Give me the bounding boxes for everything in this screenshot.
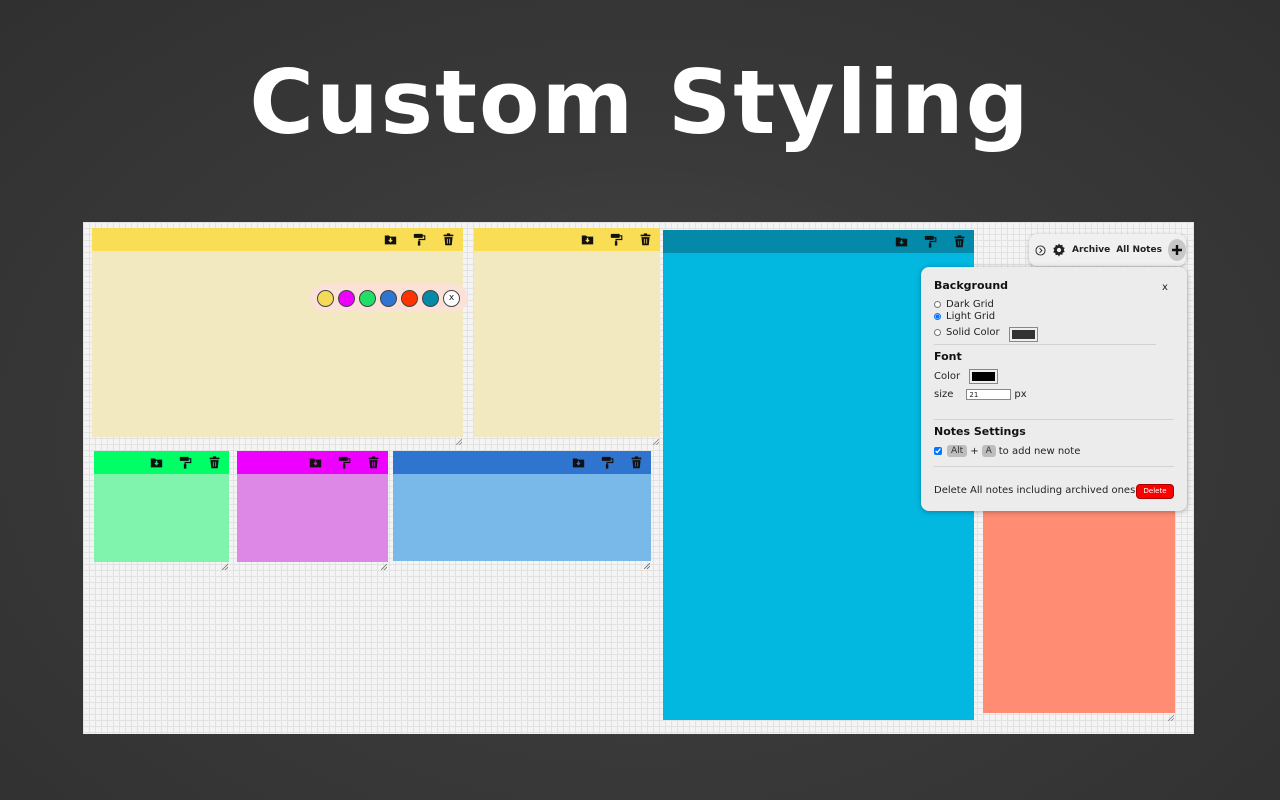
paint-roller-icon[interactable] xyxy=(336,455,353,470)
note-magenta[interactable] xyxy=(237,451,388,571)
shortcut-text: to add new note xyxy=(998,445,1081,457)
radio-input[interactable] xyxy=(934,329,941,336)
solid-color-picker[interactable] xyxy=(1008,327,1038,342)
swatch-green[interactable] xyxy=(359,289,376,307)
archive-icon[interactable] xyxy=(893,234,910,249)
divider xyxy=(934,466,1174,467)
font-size-input[interactable] xyxy=(966,389,1012,400)
archive-icon[interactable] xyxy=(570,455,587,470)
archive-icon[interactable] xyxy=(307,455,324,470)
swatch-blue[interactable] xyxy=(380,289,397,307)
note-header xyxy=(237,451,388,474)
paint-roller-icon[interactable] xyxy=(411,232,428,247)
note-body[interactable]: x xyxy=(92,251,468,437)
divider xyxy=(934,344,1156,345)
circle-arrow-icon[interactable] xyxy=(1035,244,1046,256)
radio-label: Dark Grid xyxy=(946,299,994,310)
note-yellow-large[interactable]: x xyxy=(92,228,468,446)
note-header xyxy=(393,451,651,474)
archive-icon[interactable] xyxy=(579,232,596,247)
note-toolbar xyxy=(570,455,645,470)
trash-icon[interactable] xyxy=(440,232,457,247)
paint-roller-icon[interactable] xyxy=(177,455,194,470)
note-green[interactable] xyxy=(94,451,229,571)
trash-icon[interactable] xyxy=(637,232,654,247)
archive-icon[interactable] xyxy=(148,455,165,470)
radio-dark-grid[interactable]: Dark Grid xyxy=(934,299,994,310)
shortcut-row[interactable]: Alt + A to add new note xyxy=(934,445,1080,457)
note-header xyxy=(94,451,229,474)
archive-icon[interactable] xyxy=(382,232,399,247)
note-toolbar xyxy=(382,232,457,247)
paint-roller-icon[interactable] xyxy=(599,455,616,470)
add-note-button[interactable] xyxy=(1167,239,1186,261)
note-toolbar xyxy=(893,234,968,249)
font-size-unit: px xyxy=(1014,389,1027,400)
note-yellow-medium[interactable] xyxy=(474,228,660,446)
trash-icon[interactable] xyxy=(365,455,382,470)
radio-input[interactable] xyxy=(934,301,941,308)
key-alt: Alt xyxy=(947,445,968,457)
trash-icon[interactable] xyxy=(628,455,645,470)
swatch-magenta[interactable] xyxy=(338,289,355,307)
note-header xyxy=(663,230,974,253)
note-toolbar xyxy=(579,232,654,247)
font-size-label: size xyxy=(934,389,954,400)
note-toolbar xyxy=(307,455,382,470)
archive-link[interactable]: Archive xyxy=(1072,245,1110,255)
note-blue[interactable] xyxy=(393,451,651,570)
swatch-teal[interactable] xyxy=(422,289,439,307)
note-body[interactable] xyxy=(983,502,1175,713)
shortcut-checkbox[interactable] xyxy=(934,447,942,455)
paint-roller-icon[interactable] xyxy=(922,234,939,249)
resize-handle-icon[interactable] xyxy=(380,555,388,571)
note-body[interactable] xyxy=(474,251,660,437)
settings-close-button[interactable]: x xyxy=(1162,282,1168,293)
radio-input[interactable] xyxy=(934,313,941,320)
note-salmon[interactable] xyxy=(983,502,1175,722)
font-size-row: size px xyxy=(934,389,1027,400)
gear-icon[interactable] xyxy=(1052,243,1066,257)
radio-label: Solid Color xyxy=(946,327,1000,338)
plus-icon xyxy=(1171,245,1182,255)
swatch-yellow[interactable] xyxy=(317,289,334,307)
font-heading: Font xyxy=(934,350,962,363)
resize-handle-icon[interactable] xyxy=(221,555,229,571)
font-color-picker[interactable] xyxy=(969,369,999,384)
radio-solid-color[interactable]: Solid Color xyxy=(934,323,1038,342)
background-heading: Background xyxy=(934,279,1009,292)
settings-panel: Background x Dark Grid Light Grid Solid … xyxy=(921,267,1187,511)
note-body[interactable] xyxy=(393,474,651,561)
palette-close-button[interactable]: x xyxy=(443,289,460,307)
notes-settings-heading: Notes Settings xyxy=(934,425,1026,438)
note-header xyxy=(474,228,660,251)
radio-label: Light Grid xyxy=(946,311,996,322)
all-notes-link[interactable]: All Notes xyxy=(1116,245,1162,255)
font-color-label: Color xyxy=(934,371,961,382)
key-plus: + xyxy=(970,445,979,457)
radio-light-grid[interactable]: Light Grid xyxy=(934,311,995,322)
headline: Custom Styling xyxy=(249,51,1031,154)
note-body[interactable] xyxy=(94,474,229,562)
delete-all-text: Delete All notes including archived ones xyxy=(934,485,1136,496)
paint-roller-icon[interactable] xyxy=(608,232,625,247)
notes-canvas: x Archive All Notes Background x Dark Gr… xyxy=(83,222,1194,734)
font-color-row: Color xyxy=(934,369,999,384)
delete-all-button[interactable]: Delete xyxy=(1136,484,1174,499)
note-header xyxy=(92,228,463,251)
swatch-red[interactable] xyxy=(401,289,418,307)
resize-handle-icon[interactable] xyxy=(652,430,660,446)
key-a: A xyxy=(981,445,996,457)
top-toolbar: Archive All Notes xyxy=(1029,234,1186,266)
color-palette: x xyxy=(310,284,468,312)
resize-handle-icon[interactable] xyxy=(455,430,463,446)
resize-handle-icon[interactable] xyxy=(1167,706,1175,722)
resize-handle-icon[interactable] xyxy=(643,554,651,570)
note-toolbar xyxy=(148,455,223,470)
note-body[interactable] xyxy=(237,474,388,562)
divider xyxy=(934,419,1174,420)
trash-icon[interactable] xyxy=(951,234,968,249)
trash-icon[interactable] xyxy=(206,455,223,470)
